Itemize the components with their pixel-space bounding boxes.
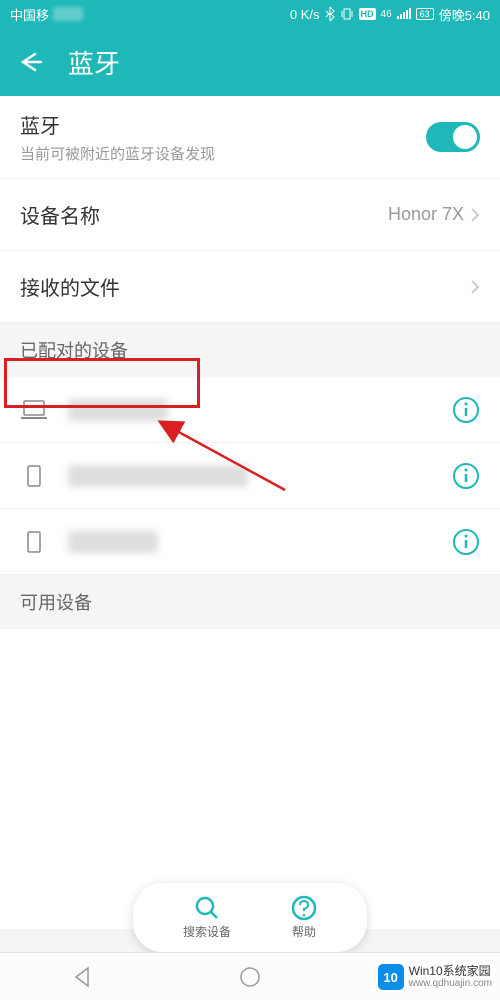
signal-icon xyxy=(397,8,411,20)
chevron-right-icon xyxy=(470,207,480,223)
help-icon xyxy=(291,895,317,921)
blurred-carrier xyxy=(53,7,83,21)
bluetooth-toggle-row[interactable]: 蓝牙 当前可被附近的蓝牙设备发现 xyxy=(0,96,500,179)
watermark-url: www.qdhuajin.com xyxy=(409,978,492,989)
network-icon: 46 xyxy=(381,9,392,20)
watermark-logo: 10 xyxy=(378,964,404,990)
device-name-blurred xyxy=(68,399,168,421)
help-label: 帮助 xyxy=(292,923,316,940)
page-title: 蓝牙 xyxy=(68,44,120,81)
paired-device-row[interactable] xyxy=(0,443,500,509)
watermark: 10 Win10系统家园 www.qdhuajin.com xyxy=(374,962,496,992)
hd-icon: HD xyxy=(359,8,376,20)
device-name-label: 设备名称 xyxy=(20,200,388,229)
paired-device-row[interactable] xyxy=(0,509,500,575)
vibrate-icon xyxy=(340,7,354,21)
nav-home-icon[interactable] xyxy=(239,966,261,988)
received-files-row[interactable]: 接收的文件 xyxy=(0,251,500,323)
chevron-right-icon xyxy=(470,279,480,295)
search-devices-button[interactable]: 搜索设备 xyxy=(153,891,261,944)
back-arrow-icon[interactable] xyxy=(15,48,43,76)
device-name-row[interactable]: 设备名称 Honor 7X xyxy=(0,179,500,251)
laptop-icon xyxy=(20,399,48,421)
info-icon[interactable] xyxy=(452,528,480,556)
paired-device-row[interactable] xyxy=(0,377,500,443)
watermark-title: Win10系统家园 xyxy=(409,965,492,978)
device-name-value: Honor 7X xyxy=(388,204,464,225)
info-icon[interactable] xyxy=(452,396,480,424)
battery-icon: 63 xyxy=(416,8,434,20)
phone-icon xyxy=(20,465,48,487)
bluetooth-subtitle: 当前可被附近的蓝牙设备发现 xyxy=(20,143,426,164)
bottom-action-bar: 搜索设备 帮助 xyxy=(133,883,367,952)
bluetooth-toggle[interactable] xyxy=(426,122,480,152)
available-section-header: 可用设备 xyxy=(0,575,500,629)
phone-icon xyxy=(20,531,48,553)
received-files-label: 接收的文件 xyxy=(20,272,470,301)
bluetooth-icon xyxy=(325,7,335,21)
nav-back-icon[interactable] xyxy=(72,966,94,988)
bluetooth-label: 蓝牙 xyxy=(20,110,426,139)
carrier-text: 中国移 xyxy=(10,5,49,24)
status-bar: 中国移 0 K/s HD 46 63 傍晚5:40 xyxy=(0,0,500,28)
info-icon[interactable] xyxy=(452,462,480,490)
device-name-blurred xyxy=(68,531,158,553)
app-header: 蓝牙 xyxy=(0,28,500,96)
help-button[interactable]: 帮助 xyxy=(261,891,347,944)
search-icon xyxy=(194,895,220,921)
net-speed: 0 K/s xyxy=(290,7,320,22)
search-label: 搜索设备 xyxy=(183,923,231,940)
time-text: 傍晚5:40 xyxy=(439,5,490,24)
paired-section-header: 已配对的设备 xyxy=(0,323,500,377)
device-name-blurred xyxy=(68,465,248,487)
